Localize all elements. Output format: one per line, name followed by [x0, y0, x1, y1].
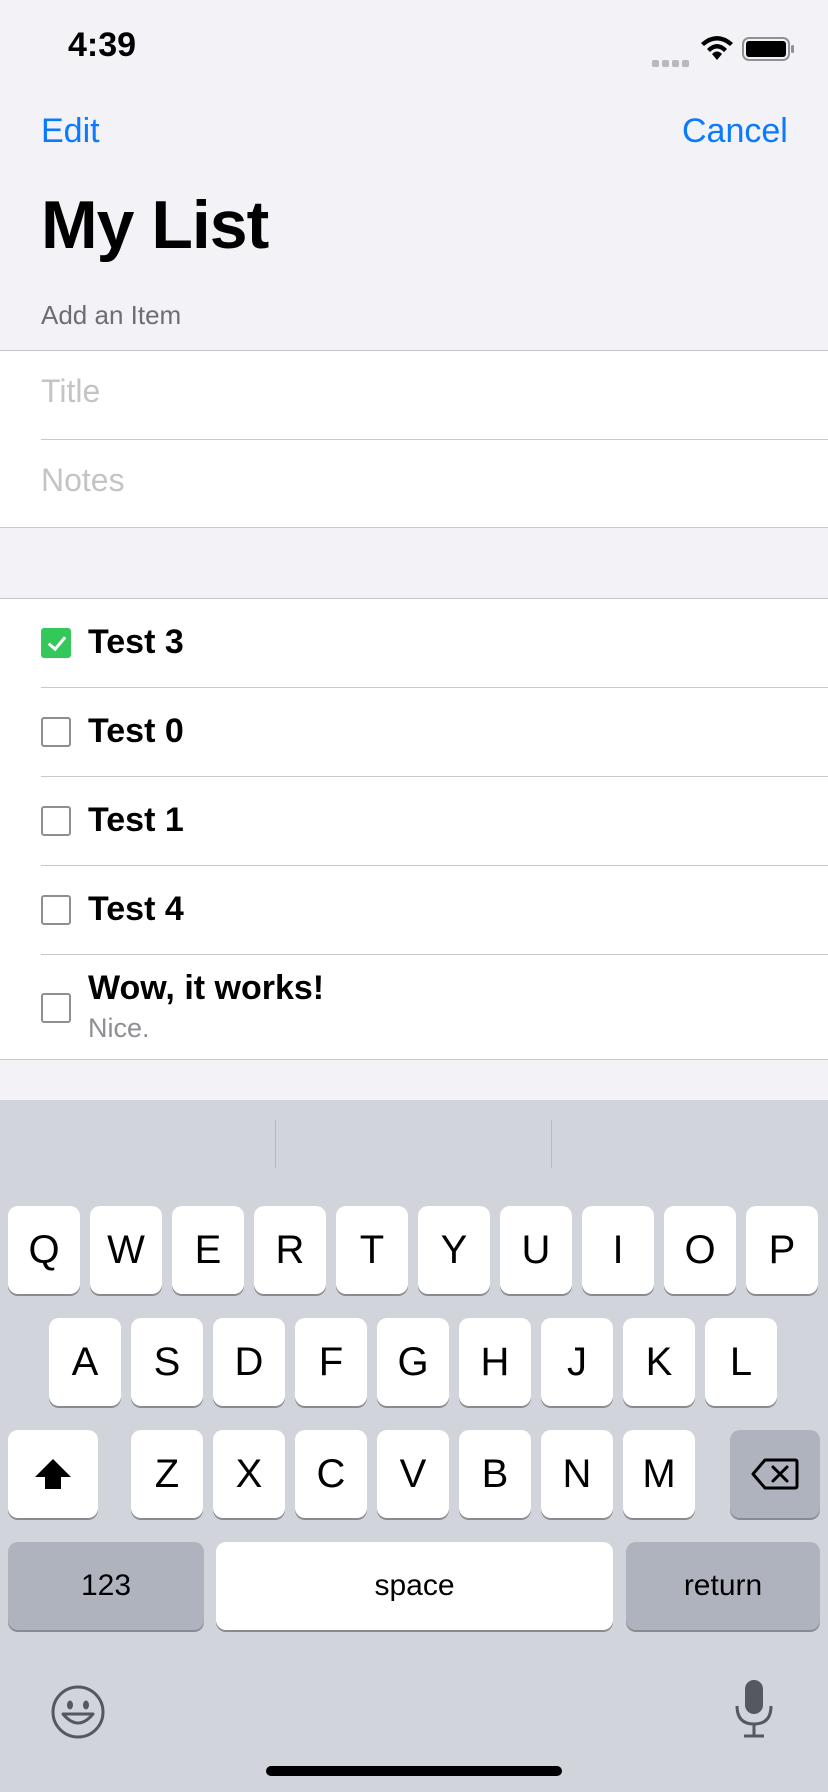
notes-field[interactable]: Notes — [0, 440, 828, 527]
key-f[interactable]: F — [295, 1318, 367, 1406]
key-d[interactable]: D — [213, 1318, 285, 1406]
prediction-divider — [551, 1120, 552, 1168]
list-item[interactable]: Test 3 — [0, 599, 828, 687]
key-c[interactable]: C — [295, 1430, 367, 1518]
key-e[interactable]: E — [172, 1206, 244, 1294]
item-notes: Nice. — [88, 1013, 150, 1043]
key-u[interactable]: U — [500, 1206, 572, 1294]
dictation-button[interactable] — [732, 1678, 776, 1745]
home-indicator — [266, 1766, 562, 1776]
keyboard: Q W E R T Y U I O P A S D F G H J K L Z … — [0, 1100, 828, 1792]
add-item-form: Title Notes — [0, 350, 828, 528]
key-z[interactable]: Z — [131, 1430, 203, 1518]
item-title: Wow, it works! — [88, 969, 325, 1007]
checkbox[interactable] — [41, 993, 71, 1023]
key-p[interactable]: P — [746, 1206, 818, 1294]
checkbox[interactable] — [41, 895, 71, 925]
key-v[interactable]: V — [377, 1430, 449, 1518]
microphone-icon — [735, 1680, 773, 1738]
key-g[interactable]: G — [377, 1318, 449, 1406]
key-a[interactable]: A — [49, 1318, 121, 1406]
item-title: Test 0 — [88, 712, 184, 750]
item-list: Test 3 Test 0 Test 1 Test 4 Wow, it work… — [0, 598, 828, 1060]
key-k[interactable]: K — [623, 1318, 695, 1406]
key-b[interactable]: B — [459, 1430, 531, 1518]
return-key[interactable]: return — [626, 1542, 820, 1630]
status-time: 4:39 — [68, 26, 137, 64]
prediction-divider — [275, 1120, 276, 1168]
item-title: Test 4 — [88, 890, 184, 928]
shift-key[interactable] — [8, 1430, 98, 1518]
title-field[interactable]: Title — [0, 351, 828, 439]
notes-placeholder: Notes — [41, 462, 125, 498]
list-item[interactable]: Test 0 — [0, 688, 828, 776]
key-i[interactable]: I — [582, 1206, 654, 1294]
title-placeholder: Title — [41, 373, 101, 409]
screen: 4:39 Edit Cancel My List Add an Item Tit… — [0, 0, 828, 1792]
cellular-signal-icon — [652, 54, 692, 72]
list-item[interactable]: Wow, it works! Nice. — [0, 955, 828, 1059]
checkbox-checked[interactable] — [41, 628, 71, 658]
cancel-button[interactable]: Cancel — [682, 112, 788, 151]
emoji-button[interactable] — [50, 1684, 106, 1745]
emoji-icon — [51, 1685, 105, 1739]
key-q[interactable]: Q — [8, 1206, 80, 1294]
key-m[interactable]: M — [623, 1430, 695, 1518]
checkbox[interactable] — [41, 717, 71, 747]
key-t[interactable]: T — [336, 1206, 408, 1294]
page-title: My List — [41, 187, 269, 263]
key-j[interactable]: J — [541, 1318, 613, 1406]
key-l[interactable]: L — [705, 1318, 777, 1406]
list-item[interactable]: Test 1 — [0, 777, 828, 865]
key-n[interactable]: N — [541, 1430, 613, 1518]
key-x[interactable]: X — [213, 1430, 285, 1518]
checkbox[interactable] — [41, 806, 71, 836]
battery-icon — [742, 36, 796, 67]
item-title: Test 3 — [88, 623, 184, 661]
delete-key[interactable] — [730, 1430, 820, 1518]
space-key[interactable]: space — [216, 1542, 613, 1630]
key-w[interactable]: W — [90, 1206, 162, 1294]
numbers-key[interactable]: 123 — [8, 1542, 204, 1630]
add-item-section-header: Add an Item — [41, 300, 182, 330]
shift-icon — [35, 1459, 71, 1489]
key-o[interactable]: O — [664, 1206, 736, 1294]
delete-icon — [751, 1458, 799, 1490]
key-r[interactable]: R — [254, 1206, 326, 1294]
key-h[interactable]: H — [459, 1318, 531, 1406]
list-item[interactable]: Test 4 — [0, 866, 828, 954]
key-y[interactable]: Y — [418, 1206, 490, 1294]
wifi-icon — [700, 36, 734, 67]
edit-button[interactable]: Edit — [41, 112, 100, 151]
item-title: Test 1 — [88, 801, 184, 839]
key-s[interactable]: S — [131, 1318, 203, 1406]
